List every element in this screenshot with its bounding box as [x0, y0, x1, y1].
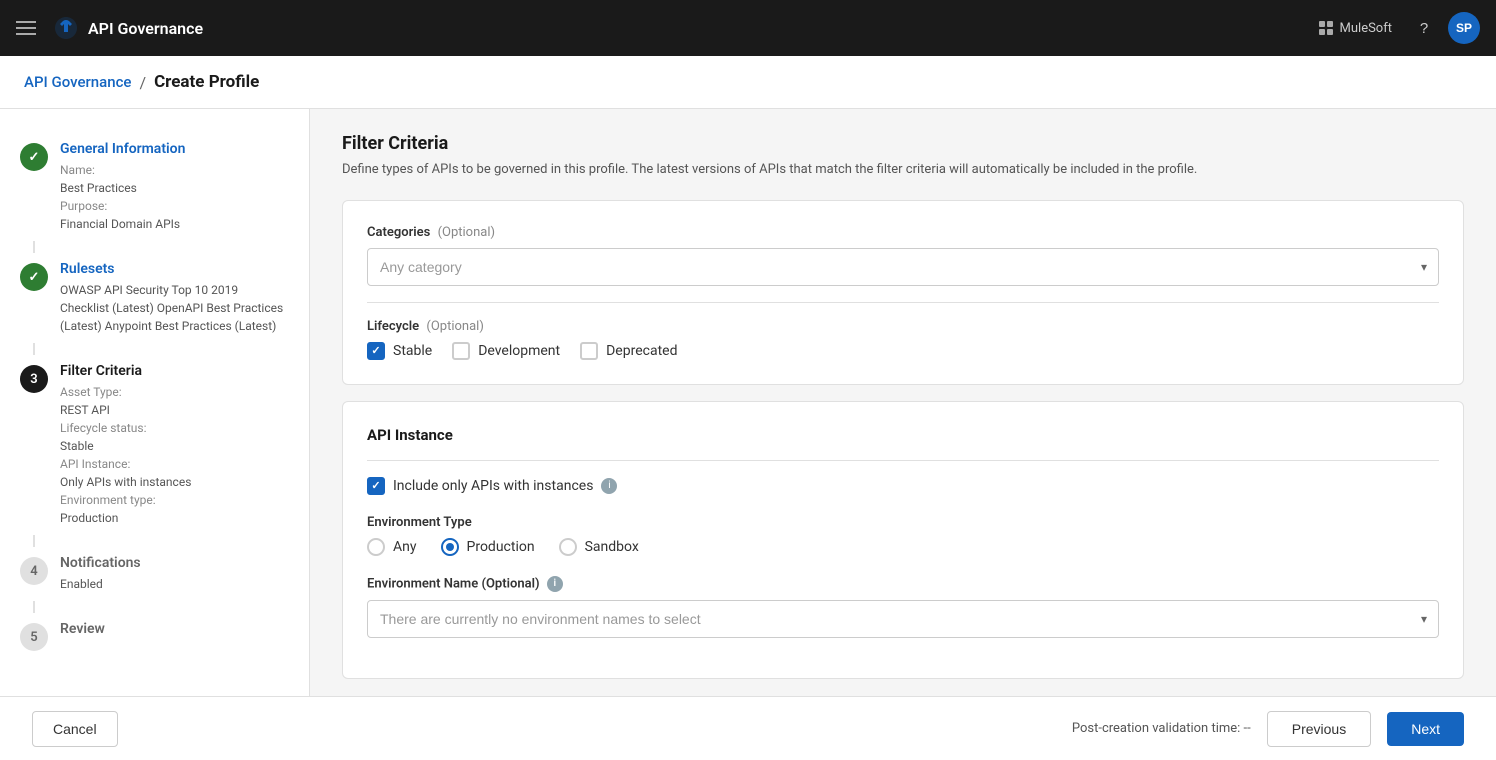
step-title-filter-criteria: Filter Criteria: [60, 363, 289, 379]
sidebar-item-review[interactable]: 5 Review: [0, 613, 309, 659]
step-connector-3: [33, 535, 35, 547]
step-circle-1: ✓: [20, 143, 48, 171]
sidebar-item-general-information[interactable]: ✓ General Information Name: Best Practic…: [0, 133, 309, 241]
next-button[interactable]: Next: [1387, 712, 1464, 746]
step-circle-2: ✓: [20, 263, 48, 291]
step-content-5: Review: [60, 621, 289, 641]
step-connector-1: [33, 241, 35, 253]
step-detail-2: OWASP API Security Top 10 2019 Checklist…: [60, 281, 289, 335]
bottom-right: Post-creation validation time: -- Previo…: [1072, 711, 1464, 747]
step-circle-5: 5: [20, 623, 48, 651]
sidebar-item-notifications[interactable]: 4 Notifications Enabled: [0, 547, 309, 601]
step-circle-3: 3: [20, 365, 48, 393]
mulasoft-icon: [1318, 20, 1334, 36]
content-area: Filter Criteria Define types of APIs to …: [310, 109, 1496, 757]
bottom-bar: Cancel Post-creation validation time: --…: [0, 696, 1496, 760]
env-name-info-icon[interactable]: i: [547, 576, 563, 592]
step-detail-1: Name: Best Practices Purpose: Financial …: [60, 161, 289, 233]
step-connector-2: [33, 343, 35, 355]
any-label: Any: [393, 539, 417, 555]
validation-time-text: Post-creation validation time: --: [1072, 721, 1251, 736]
help-button[interactable]: ?: [1408, 12, 1440, 44]
step-content-3: Filter Criteria Asset Type: REST API Lif…: [60, 363, 289, 527]
lifecycle-label: Lifecycle (Optional): [367, 319, 1439, 334]
breadcrumb-link[interactable]: API Governance: [24, 73, 131, 91]
step-connector-4: [33, 601, 35, 613]
any-radio[interactable]: [367, 538, 385, 556]
sidebar-item-rulesets[interactable]: ✓ Rulesets OWASP API Security Top 10 201…: [0, 253, 309, 343]
include-apis-checkbox[interactable]: [367, 477, 385, 495]
mulasoft-selector[interactable]: MuleSoft: [1310, 16, 1400, 40]
filter-criteria-header: Filter Criteria Define types of APIs to …: [342, 133, 1464, 180]
stable-checkbox[interactable]: [367, 342, 385, 360]
top-navigation: API Governance MuleSoft ? SP: [0, 0, 1496, 56]
section-description: Define types of APIs to be governed in t…: [342, 160, 1464, 180]
include-apis-label: Include only APIs with instances: [393, 478, 593, 494]
nav-right: MuleSoft ? SP: [1310, 12, 1480, 44]
user-avatar[interactable]: SP: [1448, 12, 1480, 44]
divider-1: [367, 302, 1439, 303]
env-type-sandbox[interactable]: Sandbox: [559, 538, 639, 556]
development-checkbox[interactable]: [452, 342, 470, 360]
step-title-general-information[interactable]: General Information: [60, 141, 289, 157]
step-content-2: Rulesets OWASP API Security Top 10 2019 …: [60, 261, 289, 335]
sandbox-radio[interactable]: [559, 538, 577, 556]
environment-name-field-label: Environment Name (Optional) i: [367, 576, 1439, 592]
categories-select-wrapper: Any category ▾: [367, 248, 1439, 286]
environment-name-select[interactable]: There are currently no environment names…: [367, 600, 1439, 638]
include-apis-row: Include only APIs with instances i: [367, 477, 1439, 495]
lifecycle-checkbox-group: Stable Development Deprecated: [367, 342, 1439, 360]
deprecated-label: Deprecated: [606, 343, 677, 359]
api-instance-title: API Instance: [367, 426, 1439, 444]
env-type-any[interactable]: Any: [367, 538, 417, 556]
brand-logo: API Governance: [52, 14, 203, 42]
include-apis-info-icon[interactable]: i: [601, 478, 617, 494]
previous-button[interactable]: Previous: [1267, 711, 1371, 747]
breadcrumb-separator: /: [139, 73, 146, 92]
lifecycle-deprecated[interactable]: Deprecated: [580, 342, 677, 360]
environment-type-label: Environment Type: [367, 515, 1439, 530]
stable-label: Stable: [393, 343, 432, 359]
breadcrumb: API Governance / Create Profile: [0, 56, 1496, 109]
main-layout: ✓ General Information Name: Best Practic…: [0, 109, 1496, 757]
brand-icon: [52, 14, 80, 42]
sidebar: ✓ General Information Name: Best Practic…: [0, 109, 310, 757]
api-instance-card: API Instance Include only APIs with inst…: [342, 401, 1464, 679]
categories-label: Categories (Optional): [367, 225, 1439, 240]
step-title-notifications: Notifications: [60, 555, 289, 571]
hamburger-menu[interactable]: [16, 21, 36, 35]
divider-2: [367, 460, 1439, 461]
environment-name-select-wrapper: There are currently no environment names…: [367, 600, 1439, 638]
env-type-production[interactable]: Production: [441, 538, 535, 556]
categories-lifecycle-card: Categories (Optional) Any category ▾ Lif…: [342, 200, 1464, 385]
lifecycle-stable[interactable]: Stable: [367, 342, 432, 360]
page-title: Filter Criteria: [342, 133, 1464, 154]
step-title-review: Review: [60, 621, 289, 637]
step-content-1: General Information Name: Best Practices…: [60, 141, 289, 233]
sandbox-label: Sandbox: [585, 539, 639, 555]
step-detail-3: Asset Type: REST API Lifecycle status: S…: [60, 383, 289, 527]
nav-left: API Governance: [16, 14, 203, 42]
step-circle-4: 4: [20, 557, 48, 585]
cancel-button[interactable]: Cancel: [32, 711, 118, 747]
production-label: Production: [467, 539, 535, 555]
sidebar-item-filter-criteria[interactable]: 3 Filter Criteria Asset Type: REST API L…: [0, 355, 309, 535]
step-content-4: Notifications Enabled: [60, 555, 289, 593]
step-title-rulesets[interactable]: Rulesets: [60, 261, 289, 277]
breadcrumb-current: Create Profile: [154, 72, 259, 92]
lifecycle-development[interactable]: Development: [452, 342, 560, 360]
deprecated-checkbox[interactable]: [580, 342, 598, 360]
categories-select[interactable]: Any category: [367, 248, 1439, 286]
environment-type-radio-group: Any Production Sandbox: [367, 538, 1439, 556]
step-detail-4: Enabled: [60, 575, 289, 593]
production-radio[interactable]: [441, 538, 459, 556]
development-label: Development: [478, 343, 560, 359]
